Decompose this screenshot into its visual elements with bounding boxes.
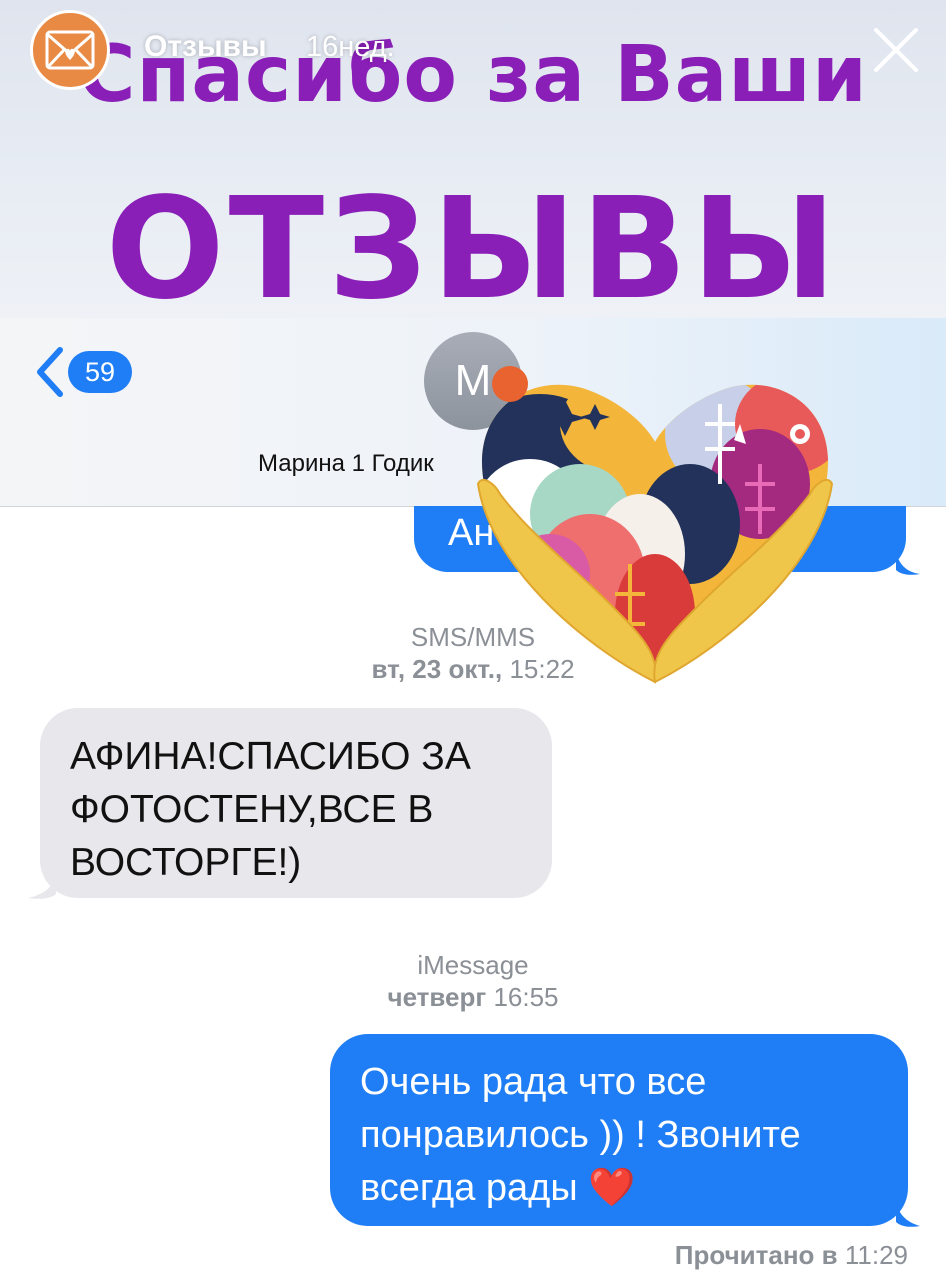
story-avatar[interactable] <box>30 10 110 90</box>
timestamp-time: 16:55 <box>486 982 559 1012</box>
heart-hands-sticker[interactable] <box>470 364 840 686</box>
story-banner: Спасибо за Ваши ОТЗЫВЫ <box>0 0 946 318</box>
outgoing-message[interactable]: Очень рада что все понравилось )) ! Звон… <box>330 1034 908 1226</box>
message-line: Очень рада что все <box>360 1061 707 1103</box>
service-label-imessage: iMessage <box>417 950 529 980</box>
message-line: понравилось )) ! Звоните <box>360 1114 801 1156</box>
back-chevron-icon <box>37 347 63 397</box>
incoming-message[interactable]: АФИНА!СПАСИБО ЗА ФОТОСТЕНУ,ВСЕ В ВОСТОРГ… <box>40 708 552 898</box>
read-receipt-time: 11:29 <box>837 1240 908 1270</box>
bubble-tail <box>28 872 56 899</box>
bubble-tail <box>896 1200 920 1227</box>
back-button[interactable] <box>30 344 70 400</box>
close-button[interactable] <box>870 24 922 76</box>
read-receipt: Прочитано в 11:29 <box>675 1240 908 1271</box>
message-line: ВОСТОРГЕ!) <box>70 841 302 884</box>
banner-line-1: Спасибо за Ваши <box>78 30 868 120</box>
story-title[interactable]: Отзывы <box>144 30 267 64</box>
read-receipt-label: Прочитано в <box>674 1240 838 1270</box>
contact-name[interactable]: Марина 1 Годик <box>258 450 434 478</box>
message-line: АФИНА!СПАСИБО ЗА <box>70 735 471 778</box>
message-line: ФОТОСТЕНУ,ВСЕ В <box>70 788 434 831</box>
story-age: 16нед. <box>306 31 395 63</box>
bubble-tail <box>896 550 920 575</box>
unread-badge[interactable]: 59 <box>68 351 132 393</box>
mail-heart-icon <box>45 30 95 70</box>
timestamp-day: четверг <box>387 982 487 1012</box>
timestamp-imessage: четверг 16:55 <box>0 982 946 1013</box>
close-icon <box>874 28 918 72</box>
message-line: всегда рады ❤️ <box>360 1167 636 1209</box>
banner-line-2: ОТЗЫВЫ <box>105 168 841 318</box>
